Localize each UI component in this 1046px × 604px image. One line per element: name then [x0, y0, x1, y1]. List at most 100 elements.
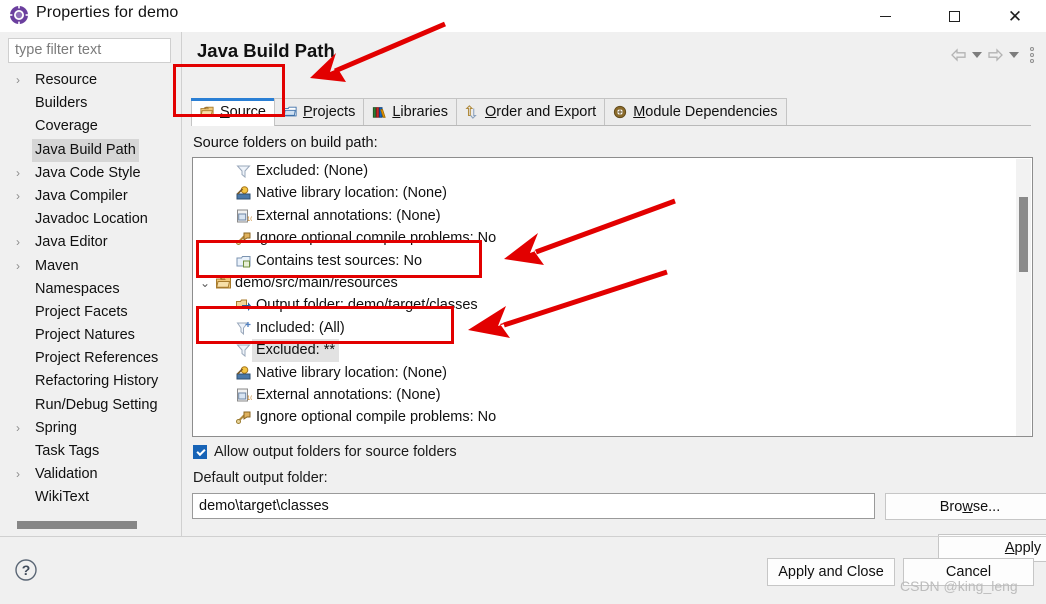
- source-list-row[interactable]: Included: (All): [193, 317, 1017, 339]
- filter-icon: [235, 342, 252, 358]
- back-dropdown-caret-icon[interactable]: [972, 52, 982, 58]
- source-list-row[interactable]: Native library location: (None): [193, 362, 1017, 384]
- back-arrow-icon[interactable]: [950, 48, 967, 62]
- sidebar-item-label: Coverage: [32, 115, 101, 138]
- default-output-folder-label: Default output folder:: [193, 470, 328, 486]
- default-output-folder-input[interactable]: demo\target\classes: [192, 493, 875, 519]
- sidebar-item-refactoring-history[interactable]: Refactoring History: [0, 370, 181, 393]
- source-list-row[interactable]: Contains test sources: No: [193, 250, 1017, 272]
- filter-input[interactable]: type filter text: [8, 38, 171, 63]
- chevron-down-icon[interactable]: ⌄: [200, 272, 212, 294]
- chevron-right-icon[interactable]: ›: [16, 255, 28, 278]
- sidebar-item-validation[interactable]: ›Validation: [0, 463, 181, 486]
- chevron-right-icon[interactable]: ›: [16, 417, 28, 440]
- source-list-row-label: Ignore optional compile problems: No: [256, 227, 496, 249]
- window-title: Properties for demo: [36, 4, 178, 22]
- list-vertical-scrollbar[interactable]: [1016, 159, 1031, 437]
- forward-arrow-icon[interactable]: [987, 48, 1004, 62]
- tab-libraries[interactable]: Libraries: [363, 98, 457, 125]
- source-folders-list[interactable]: Excluded: (None)Native library location:…: [192, 157, 1033, 437]
- view-menu-icon[interactable]: [1030, 47, 1034, 63]
- source-list-row[interactable]: Excluded: **: [193, 339, 1017, 361]
- minimize-icon: [880, 16, 891, 17]
- source-list-row[interactable]: Ignore optional compile problems: No: [193, 406, 1017, 428]
- page-title: Java Build Path: [197, 40, 335, 62]
- tab-module-dependencies[interactable]: Module Dependencies: [604, 98, 786, 125]
- chevron-right-icon[interactable]: ›: [16, 185, 28, 208]
- source-list-row-label: Native library location: (None): [256, 362, 447, 384]
- native-library-icon: [235, 365, 252, 381]
- chevron-right-icon[interactable]: ›: [16, 231, 28, 254]
- source-list-row-label: Output folder: demo/target/classes: [256, 294, 478, 316]
- sidebar-item-label: Java Code Style: [32, 162, 144, 185]
- sidebar-item-resource[interactable]: ›Resource: [0, 69, 181, 92]
- apply-and-close-button[interactable]: Apply and Close: [767, 558, 895, 586]
- order-export-icon: [464, 105, 480, 119]
- sidebar-item-project-references[interactable]: Project References: [0, 347, 181, 370]
- sidebar-item-java-code-style[interactable]: ›Java Code Style: [0, 162, 181, 185]
- tab-source[interactable]: Source: [191, 98, 275, 126]
- sidebar-item-coverage[interactable]: Coverage: [0, 115, 181, 138]
- tab-projects[interactable]: Projects: [274, 98, 364, 125]
- sidebar-item-java-editor[interactable]: ›Java Editor: [0, 231, 181, 254]
- help-question-icon[interactable]: ?: [14, 558, 38, 582]
- sidebar-item-label: Project Natures: [32, 324, 138, 347]
- scroll-thumb[interactable]: [17, 521, 137, 529]
- source-list-row[interactable]: 10 External annotations: (None): [193, 384, 1017, 406]
- tab-order-and-export[interactable]: Order and Export: [456, 98, 605, 125]
- sidebar-item-task-tags[interactable]: Task Tags: [0, 440, 181, 463]
- sidebar-item-builders[interactable]: Builders: [0, 92, 181, 115]
- chevron-right-icon[interactable]: ›: [16, 69, 28, 92]
- sidebar-item-java-build-path[interactable]: Java Build Path: [0, 139, 181, 162]
- source-list-row-label: demo/src/main/resources: [235, 272, 398, 294]
- source-list-row[interactable]: Ignore optional compile problems: No: [193, 227, 1017, 249]
- source-list-row-label: Included: (All): [256, 317, 345, 339]
- svg-text:10: 10: [247, 396, 252, 402]
- scroll-thumb[interactable]: [1019, 197, 1028, 272]
- sidebar-item-javadoc-location[interactable]: Javadoc Location: [0, 208, 181, 231]
- browse-button[interactable]: Browse...: [885, 493, 1046, 520]
- sidebar-item-label: Validation: [32, 463, 101, 486]
- sidebar-horizontal-scrollbar[interactable]: [8, 519, 173, 530]
- close-icon: ✕: [1008, 8, 1022, 25]
- test-sources-icon: [235, 253, 252, 269]
- forward-dropdown-caret-icon[interactable]: [1009, 52, 1019, 58]
- source-list-row[interactable]: 10External annotations: (None): [193, 205, 1017, 227]
- allow-output-folders-checkbox[interactable]: [193, 445, 207, 459]
- sidebar-item-maven[interactable]: ›Maven: [0, 255, 181, 278]
- source-list-row[interactable]: Excluded: (None): [193, 160, 1017, 182]
- sidebar-item-namespaces[interactable]: Namespaces: [0, 278, 181, 301]
- settings-page: Java Build Path SourceProjects Libraries O…: [182, 32, 1046, 536]
- tab-label: Module Dependencies: [633, 104, 777, 120]
- sidebar-item-run-debug-setting[interactable]: Run/Debug Setting: [0, 394, 181, 417]
- chevron-right-icon[interactable]: ›: [16, 463, 28, 486]
- sidebar-item-wikitext[interactable]: WikiText: [0, 486, 181, 509]
- build-path-tabs[interactable]: SourceProjects Libraries Order and Export M…: [191, 97, 1031, 126]
- source-list-row[interactable]: Native library location: (None): [193, 182, 1017, 204]
- sidebar-item-project-facets[interactable]: Project Facets: [0, 301, 181, 324]
- maximize-button[interactable]: [931, 0, 977, 32]
- source-list-row[interactable]: ⌄ demo/src/main/resources: [193, 272, 1017, 294]
- source-folder-icon: [215, 275, 232, 291]
- sidebar-tree[interactable]: ›ResourceBuildersCoverageJava Build Path…: [0, 69, 181, 519]
- close-button[interactable]: ✕: [992, 0, 1038, 32]
- properties-dialog: Properties for demo ✕ type filter text ›…: [0, 0, 1046, 604]
- filter-placeholder: type filter text: [15, 42, 101, 58]
- source-list-row-label: Native library location: (None): [256, 182, 447, 204]
- chevron-right-icon[interactable]: ›: [16, 162, 28, 185]
- source-list-row[interactable]: Output folder: demo/target/classes: [193, 294, 1017, 316]
- allow-output-folders-row[interactable]: Allow output folders for source folders: [193, 444, 457, 460]
- sidebar-item-spring[interactable]: ›Spring: [0, 417, 181, 440]
- page-navigation: [950, 44, 1034, 66]
- svg-text:10: 10: [247, 217, 252, 223]
- sidebar-item-label: Task Tags: [32, 440, 102, 463]
- watermark: CSDN @king_leng: [900, 578, 1018, 594]
- source-list-row-label: External annotations: (None): [256, 384, 441, 406]
- sidebar-item-project-natures[interactable]: Project Natures: [0, 324, 181, 347]
- sidebar-item-java-compiler[interactable]: ›Java Compiler: [0, 185, 181, 208]
- minimize-button[interactable]: [862, 0, 908, 32]
- tab-label: Libraries: [392, 104, 448, 120]
- output-folder-icon: [235, 297, 252, 313]
- sidebar-item-label: Project Facets: [32, 301, 131, 324]
- title-bar: Properties for demo ✕: [0, 0, 1046, 32]
